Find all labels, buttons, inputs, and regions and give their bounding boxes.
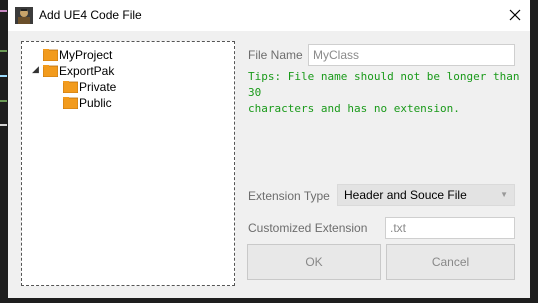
background-editor-strip-right <box>530 0 538 303</box>
tree-item-label: Public <box>79 96 112 110</box>
customized-extension-input[interactable] <box>385 217 515 239</box>
tree-item-exportpak[interactable]: ExportPak <box>43 63 153 79</box>
tips-line-2: characters and has no extension. <box>248 102 460 115</box>
chevron-down-icon: ▼ <box>500 190 508 199</box>
extension-type-value: Header and Souce File <box>344 188 467 202</box>
folder-icon <box>43 49 58 61</box>
background-editor-strip <box>0 0 8 303</box>
extension-type-select[interactable]: Header and Souce File ▼ <box>337 184 515 206</box>
tips-text: Tips: File name should not be longer tha… <box>248 69 523 117</box>
folder-icon <box>43 65 58 77</box>
ok-button[interactable]: OK <box>247 244 381 280</box>
tree-item-label: MyProject <box>59 48 113 62</box>
dialog-window: Add UE4 Code File MyProject ◢ ExportPak <box>8 0 530 298</box>
tree-item-label: ExportPak <box>59 64 115 78</box>
folder-icon <box>63 97 78 109</box>
file-name-label: File Name <box>248 48 303 62</box>
close-icon <box>509 9 521 21</box>
folder-icon <box>63 81 78 93</box>
tips-line-1: Tips: File name should not be longer tha… <box>248 70 520 99</box>
title-bar: Add UE4 Code File <box>8 0 530 31</box>
tree-item-label: Private <box>79 80 117 94</box>
close-button[interactable] <box>500 0 530 31</box>
extension-type-label: Extension Type <box>248 189 330 203</box>
tree-item-private[interactable]: Private <box>63 79 163 95</box>
folder-tree[interactable]: MyProject ◢ ExportPak Private Public <box>21 41 235 286</box>
file-name-input[interactable] <box>308 44 515 66</box>
cancel-button[interactable]: Cancel <box>386 244 515 280</box>
tree-item-myproject[interactable]: MyProject <box>43 47 153 63</box>
tree-item-public[interactable]: Public <box>63 95 163 111</box>
customized-extension-label: Customized Extension <box>248 221 368 235</box>
expand-triangle-icon[interactable]: ◢ <box>32 65 39 75</box>
window-title: Add UE4 Code File <box>39 8 142 22</box>
app-icon <box>15 7 33 24</box>
